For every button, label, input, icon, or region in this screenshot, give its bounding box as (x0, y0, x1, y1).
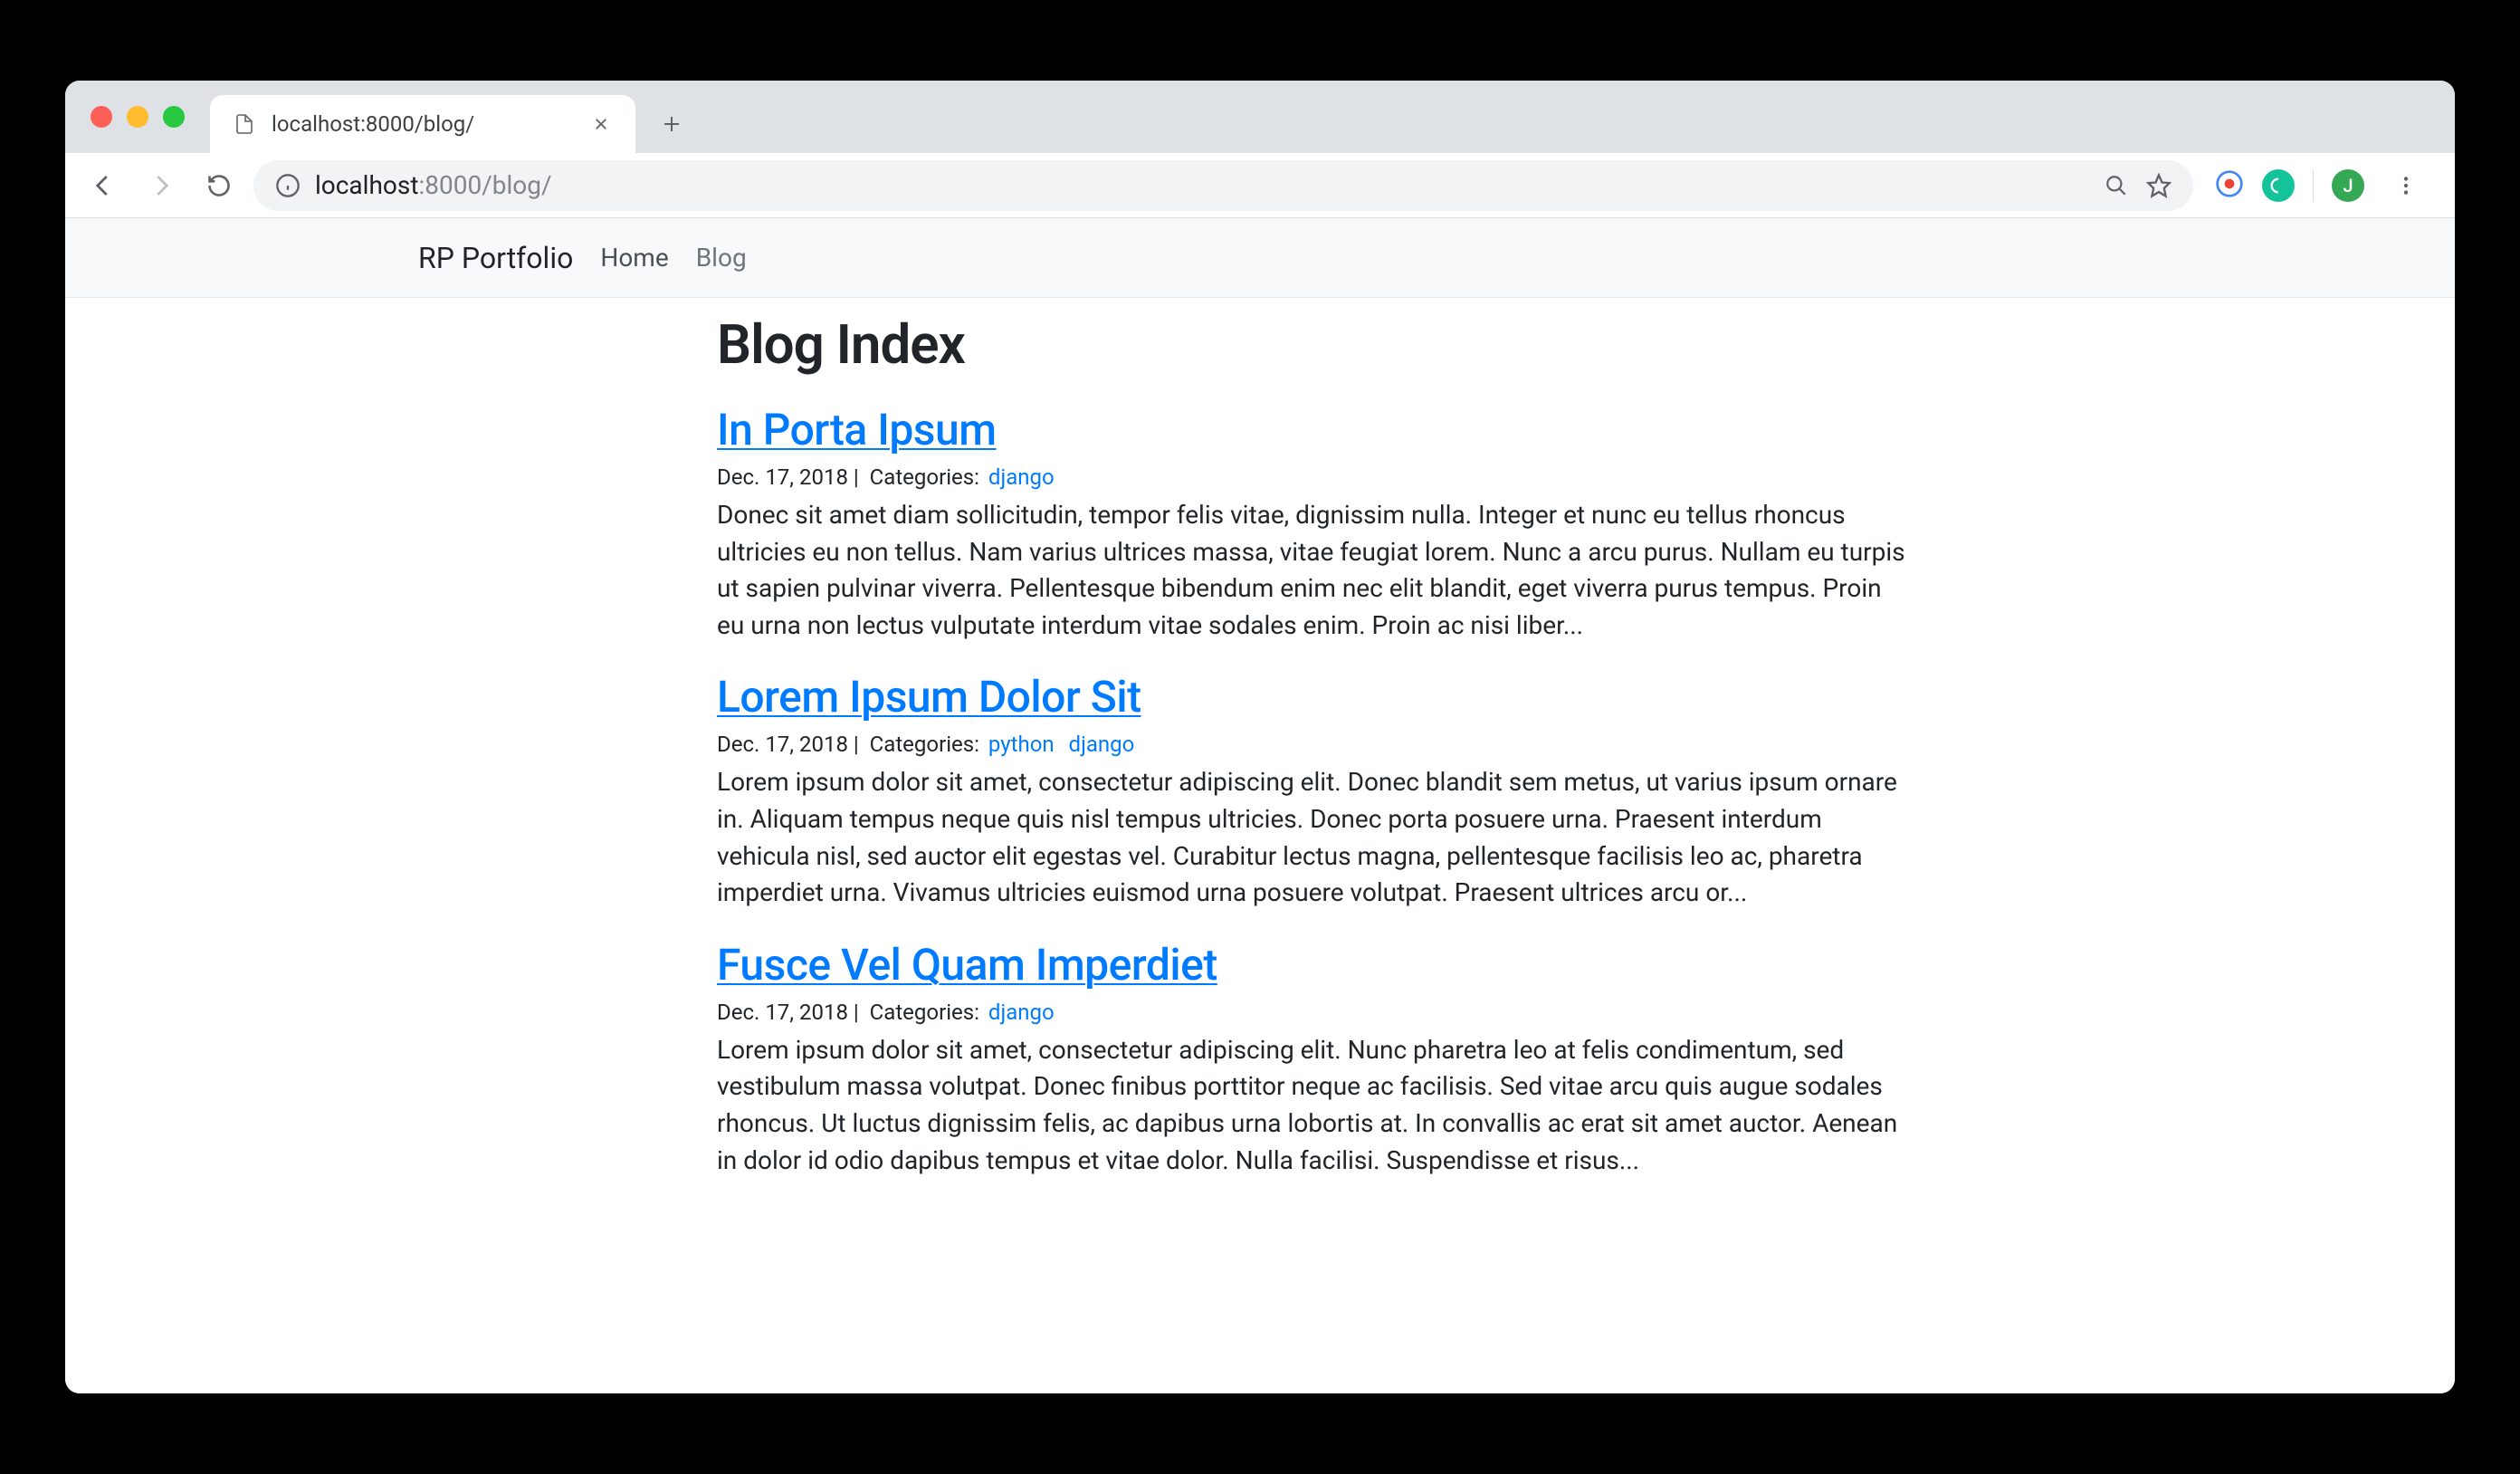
page-title: Blog Index (717, 312, 1912, 377)
post-meta: Dec. 17, 2018 | Categories: django (717, 464, 1912, 490)
extension-icon-2[interactable] (2262, 169, 2295, 202)
window-controls (91, 106, 185, 128)
tab-title: localhost:8000/blog/ (272, 111, 474, 137)
post-category-link[interactable]: django (1069, 732, 1135, 757)
post-body: Donec sit amet diam sollicitudin, tempor… (717, 497, 1912, 644)
blog-post: In Porta Ipsum Dec. 17, 2018 | Categories… (717, 404, 1912, 644)
address-bar-actions (2105, 173, 2172, 198)
posts-list: In Porta Ipsum Dec. 17, 2018 | Categories… (717, 404, 1912, 1179)
blog-post: Fusce Vel Quam Imperdiet Dec. 17, 2018 | … (717, 939, 1912, 1179)
url-path: :8000/blog/ (418, 170, 551, 200)
browser-tab[interactable]: localhost:8000/blog/ (210, 95, 635, 153)
url-text: localhost:8000/blog/ (315, 170, 552, 200)
post-category-link[interactable]: django (988, 464, 1055, 490)
post-meta: Dec. 17, 2018 | Categories: django (717, 1000, 1912, 1025)
url-host: localhost (315, 170, 418, 200)
post-meta: Dec. 17, 2018 | Categories: python djang… (717, 732, 1912, 757)
tab-bar: localhost:8000/blog/ (65, 81, 2455, 153)
divider (2313, 169, 2314, 202)
nav-link-blog[interactable]: Blog (696, 243, 747, 273)
toolbar: localhost:8000/blog/ J (65, 153, 2455, 218)
post-date: Dec. 17, 2018 (717, 732, 848, 757)
post-body: Lorem ipsum dolor sit amet, consectetur … (717, 1032, 1912, 1179)
bookmark-icon[interactable] (2146, 173, 2172, 198)
maximize-window-button[interactable] (163, 106, 185, 128)
minimize-window-button[interactable] (127, 106, 148, 128)
post-title-link[interactable]: Lorem Ipsum Dolor Sit (717, 671, 1912, 723)
main-container: Blog Index In Porta Ipsum Dec. 17, 2018 |… (65, 298, 2455, 1179)
extension-icon-1[interactable] (2215, 169, 2244, 202)
navbar-brand[interactable]: RP Portfolio (418, 241, 573, 275)
profile-avatar[interactable]: J (2332, 169, 2364, 202)
post-categories-label: Categories: (870, 464, 979, 490)
extensions-area: J (2204, 162, 2440, 209)
post-categories-label: Categories: (870, 732, 979, 757)
new-tab-button[interactable] (650, 102, 693, 146)
reload-button[interactable] (196, 162, 243, 209)
file-icon (232, 111, 257, 137)
post-category-link[interactable]: django (988, 1000, 1055, 1025)
post-date: Dec. 17, 2018 (717, 1000, 848, 1025)
menu-button[interactable] (2382, 162, 2429, 209)
forward-button[interactable] (138, 162, 185, 209)
post-categories-label: Categories: (870, 1000, 979, 1025)
browser-window: localhost:8000/blog/ localhost:8000/blog… (65, 81, 2455, 1393)
page-content: RP Portfolio Home Blog Blog Index In Por… (65, 218, 2455, 1393)
post-title-link[interactable]: In Porta Ipsum (717, 404, 1912, 455)
close-tab-button[interactable] (588, 111, 614, 137)
post-date: Dec. 17, 2018 (717, 464, 848, 490)
address-bar[interactable]: localhost:8000/blog/ (253, 160, 2193, 211)
site-navbar: RP Portfolio Home Blog (65, 218, 2455, 298)
close-window-button[interactable] (91, 106, 112, 128)
post-category-link[interactable]: python (988, 732, 1055, 757)
post-body: Lorem ipsum dolor sit amet, consectetur … (717, 764, 1912, 911)
site-info-icon[interactable] (275, 173, 301, 198)
zoom-icon[interactable] (2105, 174, 2128, 197)
blog-post: Lorem Ipsum Dolor Sit Dec. 17, 2018 | Cat… (717, 671, 1912, 911)
back-button[interactable] (80, 162, 127, 209)
post-title-link[interactable]: Fusce Vel Quam Imperdiet (717, 939, 1912, 991)
nav-link-home[interactable]: Home (600, 243, 668, 273)
profile-initial: J (2343, 175, 2353, 196)
